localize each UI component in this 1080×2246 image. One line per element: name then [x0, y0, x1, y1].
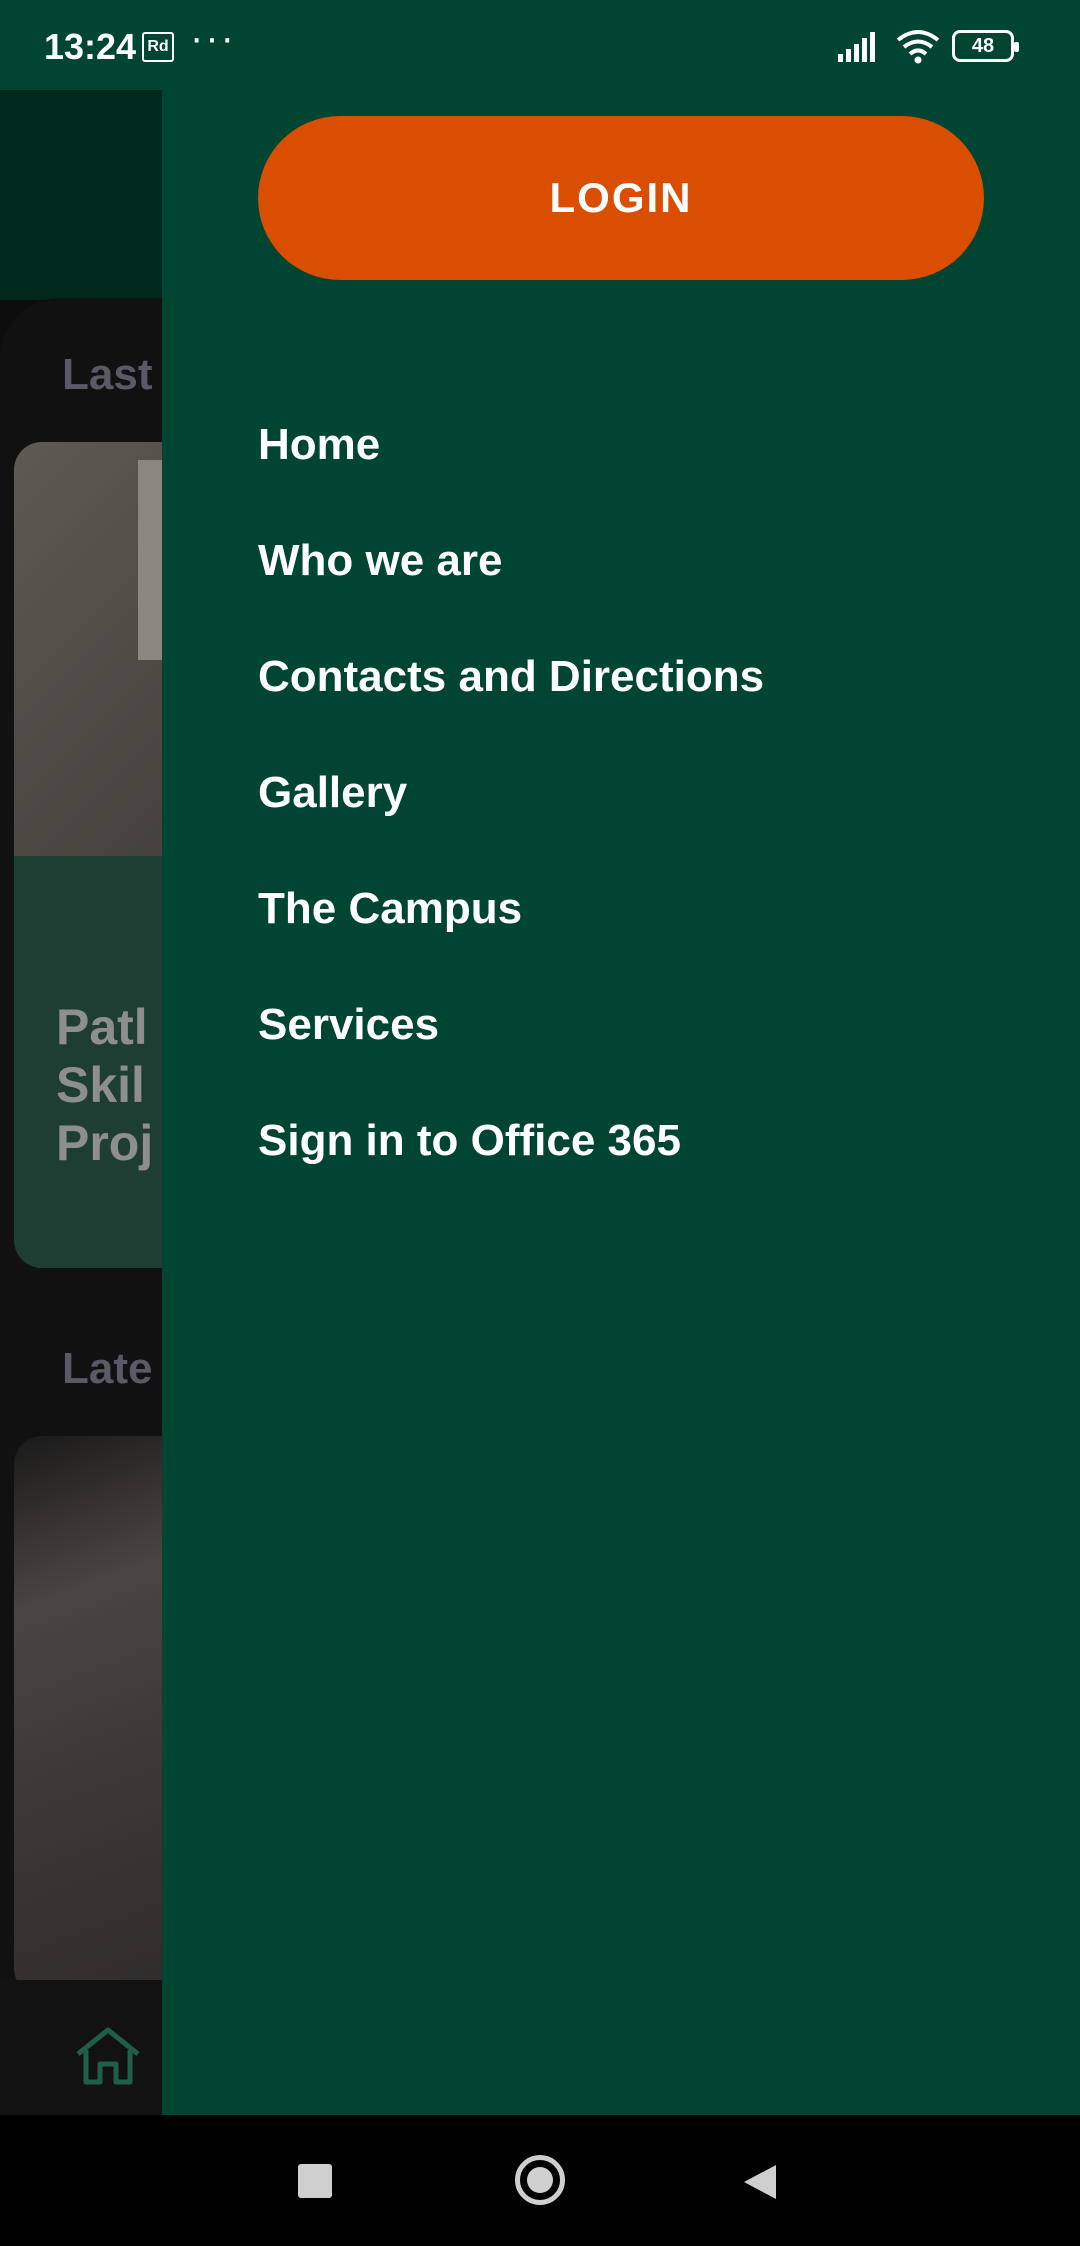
nav-back-icon[interactable]	[742, 2163, 778, 2201]
status-time: 13:24	[44, 26, 137, 67]
menu-item-services[interactable]: Services	[258, 1000, 1038, 1116]
background-section-title-2: Late	[62, 1344, 153, 1393]
signal-icon	[838, 32, 875, 62]
notification-badge: Rd	[142, 32, 174, 62]
status-bar: 13:24 Rd ··· 48	[0, 0, 1080, 90]
menu-item-home[interactable]: Home	[258, 420, 1038, 536]
battery-level: 48	[971, 35, 995, 57]
navigation-drawer: LOGIN Home Who we are Contacts and Direc…	[162, 90, 1080, 2115]
background-card-title: Patl Skil Proj	[56, 999, 154, 1171]
login-button[interactable]: LOGIN	[258, 116, 984, 280]
wifi-icon	[896, 30, 940, 64]
background-section-title: Last	[62, 350, 153, 399]
system-nav-bar	[0, 2115, 1080, 2246]
home-icon	[76, 2027, 140, 2085]
more-notifications-icon: ···	[190, 16, 236, 60]
menu-item-who-we-are[interactable]: Who we are	[258, 536, 1038, 652]
drawer-menu: Home Who we are Contacts and Directions …	[258, 420, 1038, 1232]
nav-recent-icon[interactable]	[298, 2164, 332, 2198]
battery-icon: 48	[952, 30, 1019, 62]
menu-item-office-365[interactable]: Sign in to Office 365	[258, 1116, 1038, 1232]
menu-item-gallery[interactable]: Gallery	[258, 768, 1038, 884]
nav-home-icon[interactable]	[515, 2155, 565, 2205]
menu-item-contacts-and-directions[interactable]: Contacts and Directions	[258, 652, 1038, 768]
menu-item-the-campus[interactable]: The Campus	[258, 884, 1038, 1000]
